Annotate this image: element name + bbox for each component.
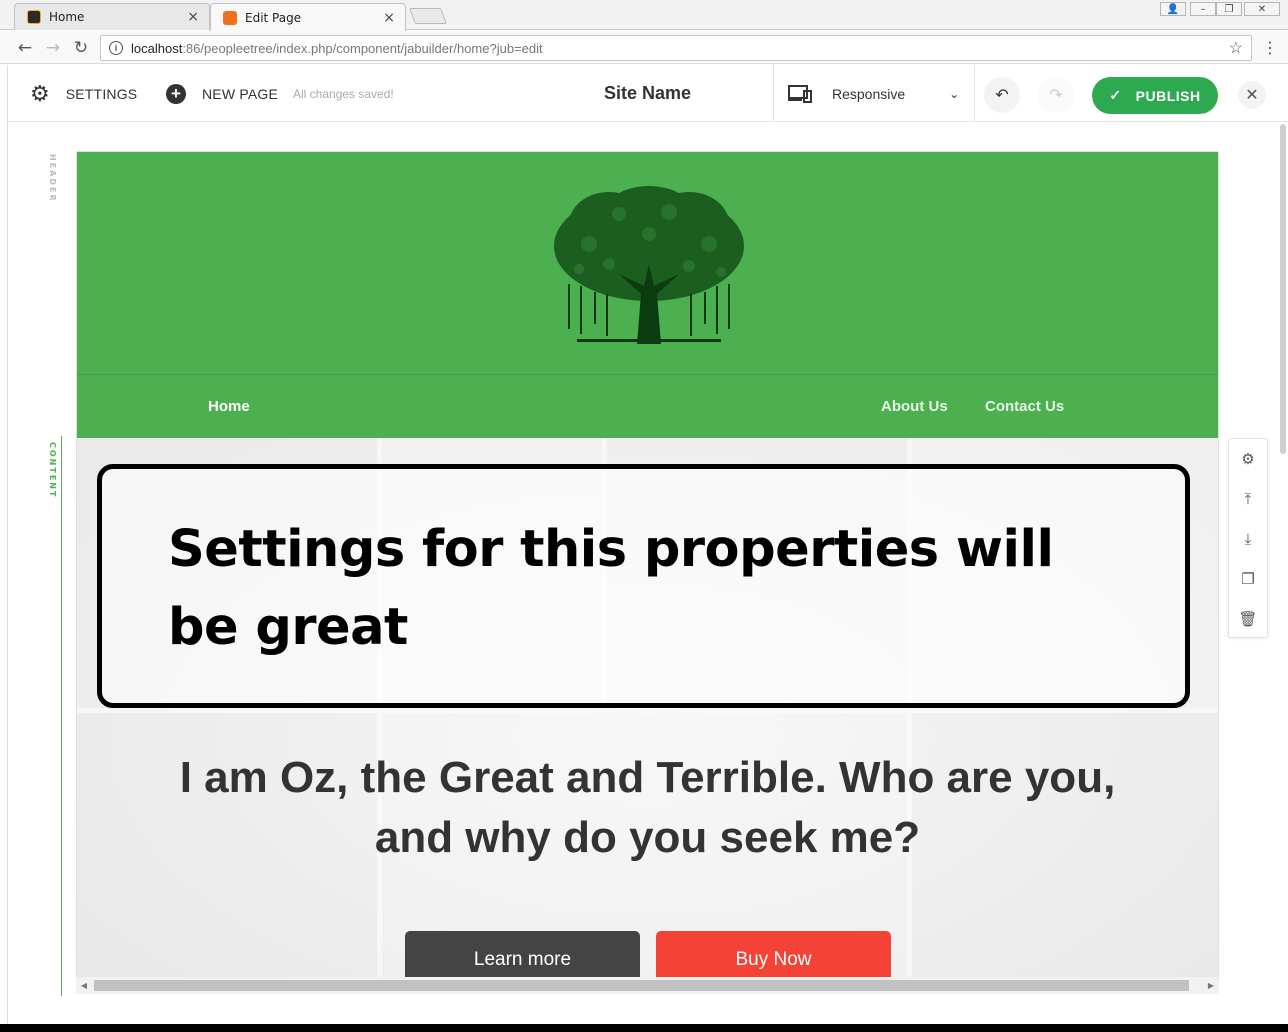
nav-link-home[interactable]: Home bbox=[208, 398, 250, 415]
tab-home[interactable]: Home × bbox=[14, 3, 210, 30]
builder-favicon bbox=[223, 10, 237, 25]
close-tab-icon[interactable]: × bbox=[187, 9, 199, 25]
reload-icon[interactable]: ↻ bbox=[70, 37, 92, 59]
new-page-label: NEW PAGE bbox=[202, 85, 279, 102]
tree-logo[interactable] bbox=[549, 184, 749, 344]
close-tab-icon[interactable]: × bbox=[383, 10, 395, 26]
bookmark-star-icon[interactable]: ☆ bbox=[1229, 38, 1243, 58]
header-section-label: HEADER bbox=[48, 154, 57, 203]
redo-icon: ↷ bbox=[1049, 87, 1063, 104]
horizontal-scrollbar[interactable]: ◀ ▶ bbox=[76, 977, 1219, 994]
gear-icon: ⚙ bbox=[30, 80, 50, 106]
move-top-icon: ⤒ bbox=[1244, 490, 1252, 508]
builder-app-bar: ⚙ SETTINGS + NEW PAGE All changes saved!… bbox=[8, 65, 1288, 122]
undo-button[interactable]: ↶ bbox=[984, 77, 1020, 113]
content-section-line bbox=[61, 436, 62, 996]
scrollbar-thumb[interactable] bbox=[1280, 124, 1286, 454]
divider bbox=[773, 65, 774, 122]
settings-label: SETTINGS bbox=[65, 85, 138, 102]
close-editor-button[interactable]: ✕ bbox=[1238, 81, 1266, 109]
publish-button[interactable]: ✓ PUBLISH bbox=[1092, 77, 1218, 114]
move-top-button[interactable]: ⤒ bbox=[1229, 479, 1267, 519]
joomla-favicon bbox=[27, 10, 41, 24]
info-icon[interactable]: i bbox=[109, 41, 123, 55]
gear-icon: ⚙ bbox=[1241, 450, 1255, 468]
browser-toolbar: ← → ↻ i localhost:86/peopleetree/index.p… bbox=[0, 31, 1288, 64]
scroll-left-arrow-icon[interactable]: ◀ bbox=[76, 977, 92, 994]
chevron-down-icon: ⌄ bbox=[949, 86, 960, 101]
back-icon[interactable]: ← bbox=[14, 37, 36, 59]
settings-button[interactable]: ⚙ SETTINGS bbox=[30, 65, 137, 122]
window-close-icon[interactable]: ✕ bbox=[1244, 2, 1280, 16]
annotation-text: Settings for this properties will be gre… bbox=[168, 520, 1054, 657]
minimize-icon[interactable]: – bbox=[1190, 2, 1216, 16]
taskbar-edge bbox=[0, 1024, 1288, 1032]
header-section[interactable]: Home About Us Contact Us bbox=[77, 152, 1218, 438]
section-toolbar: ⚙ ⤒ ⤓ ❐ 🗑 bbox=[1228, 438, 1268, 638]
user-icon[interactable]: 👤 bbox=[1160, 2, 1186, 16]
nav-link-contact[interactable]: Contact Us bbox=[985, 398, 1064, 415]
plus-circle-icon: + bbox=[166, 83, 186, 104]
move-bottom-icon: ⤓ bbox=[1244, 530, 1252, 548]
close-icon: ✕ bbox=[1245, 87, 1259, 104]
publish-label: PUBLISH bbox=[1135, 87, 1201, 104]
trash-icon: 🗑 bbox=[1238, 610, 1258, 628]
scroll-right-arrow-icon[interactable]: ▶ bbox=[1203, 977, 1219, 994]
save-status-text: All changes saved! bbox=[293, 86, 394, 101]
content-section-label: CONTENT bbox=[48, 442, 57, 499]
url-path: :86/peopleetree/index.php/component/jabu… bbox=[182, 40, 543, 56]
undo-icon: ↶ bbox=[995, 87, 1009, 104]
device-mode-label: Responsive bbox=[832, 85, 906, 102]
redo-button[interactable]: ↷ bbox=[1038, 77, 1074, 113]
site-name[interactable]: Site Name bbox=[604, 83, 691, 104]
header-separator bbox=[77, 374, 1218, 375]
restore-icon[interactable]: ❐ bbox=[1216, 2, 1242, 16]
browser-menu-icon[interactable]: ⋮ bbox=[1262, 38, 1278, 57]
vertical-scrollbar[interactable] bbox=[1278, 122, 1288, 982]
annotation-box: Settings for this properties will be gre… bbox=[97, 464, 1190, 708]
new-tab-button[interactable] bbox=[409, 8, 447, 24]
forward-icon[interactable]: → bbox=[42, 37, 64, 59]
delete-button[interactable]: 🗑 bbox=[1229, 599, 1267, 639]
check-icon: ✓ bbox=[1109, 87, 1122, 103]
hero-heading: I am Oz, the Great and Terrible. Who are… bbox=[179, 753, 1116, 862]
device-icon bbox=[788, 84, 812, 103]
browser-tab-strip: Home × Edit Page × 👤 – ❐ ✕ bbox=[0, 0, 1288, 31]
url-host: localhost bbox=[131, 40, 183, 56]
tab-title: Home bbox=[49, 10, 85, 24]
left-window-gutter bbox=[0, 65, 8, 1025]
nav-link-about[interactable]: About Us bbox=[881, 398, 948, 415]
divider bbox=[974, 65, 975, 122]
scrollbar-thumb[interactable] bbox=[94, 980, 1189, 991]
save-status: All changes saved! bbox=[293, 65, 394, 122]
duplicate-icon: ❐ bbox=[1241, 570, 1255, 588]
section-settings-button[interactable]: ⚙ bbox=[1229, 439, 1267, 479]
device-mode-select[interactable]: Responsive ⌄ bbox=[788, 65, 959, 122]
tab-title: Edit Page bbox=[245, 10, 302, 25]
tab-edit-page[interactable]: Edit Page × bbox=[210, 3, 406, 31]
new-page-button[interactable]: + NEW PAGE bbox=[166, 65, 278, 122]
move-bottom-button[interactable]: ⤓ bbox=[1229, 519, 1267, 559]
address-bar[interactable]: i localhost:86/peopleetree/index.php/com… bbox=[100, 35, 1252, 61]
duplicate-button[interactable]: ❐ bbox=[1229, 559, 1267, 599]
editor-canvas: HEADER CONTENT Home About Us Contact Us … bbox=[8, 122, 1288, 1025]
